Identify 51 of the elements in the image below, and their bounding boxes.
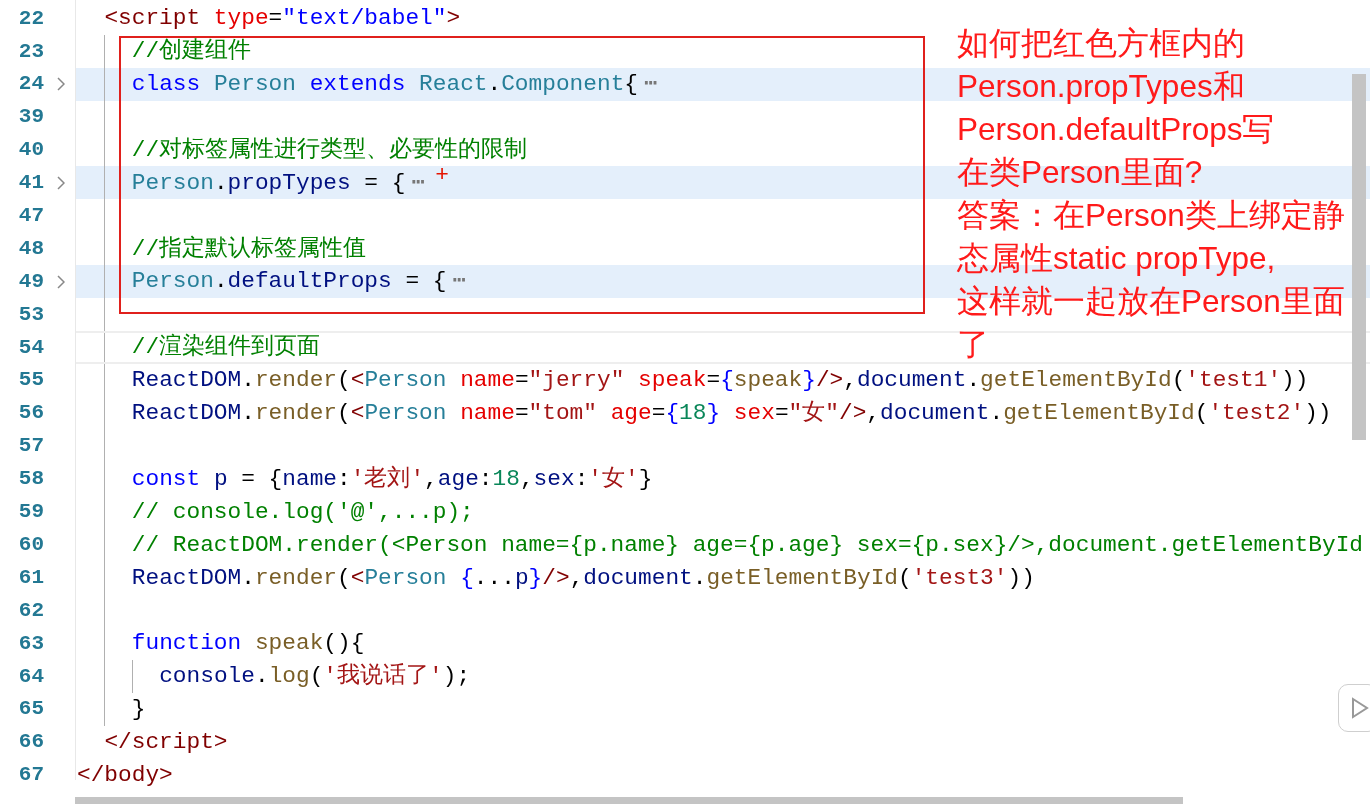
line-number: 60 — [17, 531, 44, 558]
line-number: 65 — [17, 696, 44, 723]
code-line: ReactDOM.render(<Person {...p}/>,document.getElementById('test3')) — [131, 563, 1035, 593]
code-line: console.log('我说话了'); — [159, 662, 471, 692]
play-button[interactable] — [1338, 684, 1370, 732]
code-line: Person.defaultProps = { ⋯ — [131, 267, 467, 297]
line-number: 54 — [17, 334, 44, 361]
line-number: 40 — [17, 137, 44, 164]
code-line: ReactDOM.render(<Person name="jerry" speak={speak}/>,document.getElementById('test1')) — [131, 366, 1309, 396]
code-line: // ReactDOM.render(<Person name={p.name} age={p.age} sex={p.sex}/>,document.getElementById — [131, 530, 1363, 560]
line-number: 57 — [17, 433, 44, 460]
chevron-right-icon[interactable] — [57, 77, 65, 92]
line-number: 62 — [17, 597, 44, 624]
line-number: 64 — [17, 663, 44, 690]
annotation-text: 如何把红色方框内的 Person.propTypes和 Person.defaultProps写 在类Person里面? 答案：在Person类上绑定静 态属性static propType, 这样就一起放在Person里面 了 — [957, 24, 1345, 364]
line-number: 56 — [17, 400, 44, 427]
line-number: 39 — [17, 104, 44, 131]
code-line: <script type="text/babel"> — [104, 4, 461, 34]
line-number: 63 — [17, 630, 44, 657]
line-number: 24 — [17, 71, 44, 98]
vertical-scrollbar[interactable] — [1352, 74, 1366, 440]
code-line: function speak(){ — [131, 629, 365, 659]
line-number: 22 — [17, 5, 44, 32]
code-line: Person.propTypes = { ⋯ + — [131, 165, 449, 198]
line-number: 67 — [17, 762, 44, 789]
code-line: </body> — [77, 760, 173, 790]
line-number: 59 — [17, 499, 44, 526]
code-line: //渲染组件到页面 — [131, 332, 321, 363]
line-number: 41 — [17, 170, 44, 197]
chevron-right-icon[interactable] — [57, 175, 65, 190]
code-line: ReactDOM.render(<Person name="tom" age={18} sex="女"/>,document.getElementById('test2')) — [131, 399, 1332, 429]
play-icon — [1351, 697, 1369, 719]
line-number: 61 — [17, 564, 44, 591]
line-number: 55 — [17, 367, 44, 394]
code-line: //创建组件 — [131, 37, 252, 67]
code-line: //对标签属性进行类型、必要性的限制 — [131, 135, 528, 165]
code-line: </script> — [104, 727, 228, 757]
horizontal-scrollbar[interactable] — [75, 797, 1183, 804]
line-number: 48 — [17, 235, 44, 262]
line-number: 49 — [17, 268, 44, 295]
code-line: // console.log('@',...p); — [131, 497, 474, 527]
line-number: 58 — [17, 466, 44, 493]
code-line: //指定默认标签属性值 — [131, 234, 367, 264]
code-line: } — [131, 695, 146, 725]
chevron-right-icon[interactable] — [57, 274, 65, 289]
code-line: class Person extends React.Component{ ⋯ — [131, 70, 658, 100]
line-number: 47 — [17, 203, 44, 230]
code-line: const p = {name:'老刘',age:18,sex:'女'} — [131, 464, 653, 494]
line-number: 66 — [17, 729, 44, 756]
line-number: 23 — [17, 38, 44, 65]
line-number: 53 — [17, 301, 44, 328]
